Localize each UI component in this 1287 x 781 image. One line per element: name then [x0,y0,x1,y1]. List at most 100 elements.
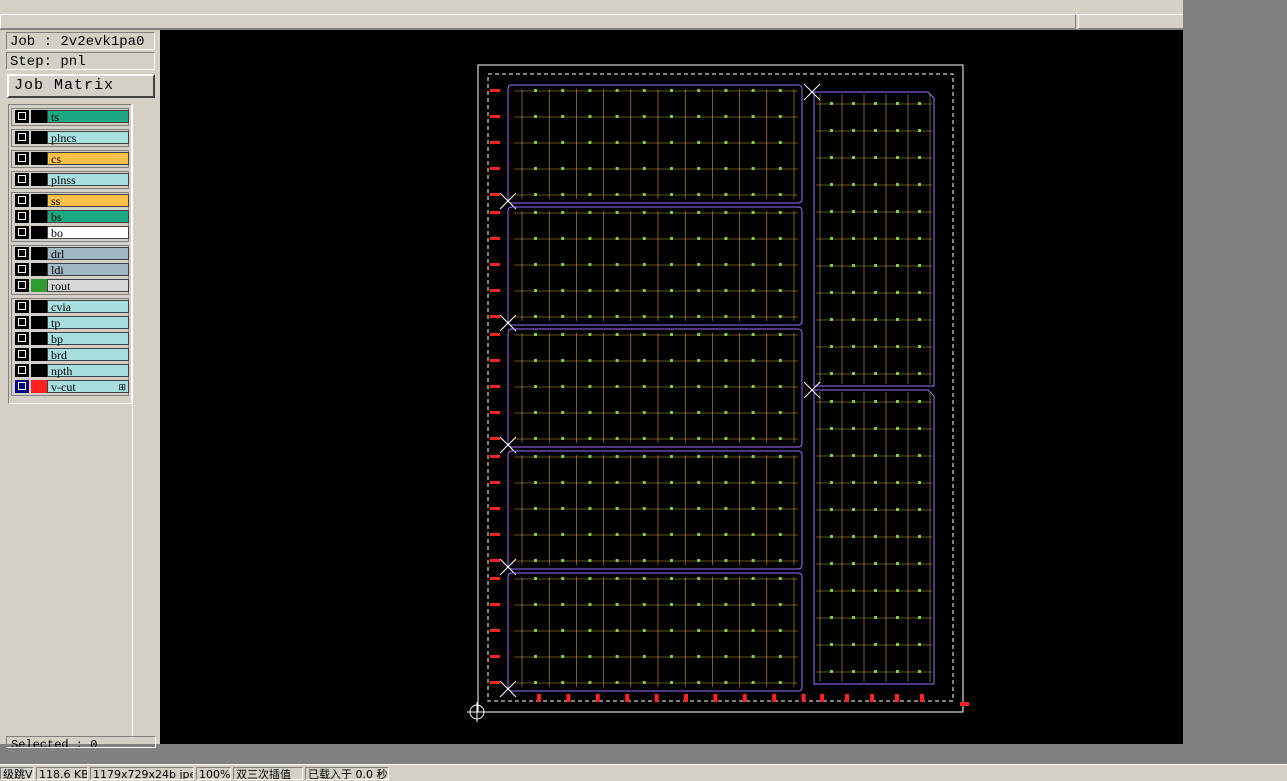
pad [561,629,565,632]
pad [642,263,646,266]
pad [724,411,728,414]
layer-name[interactable]: bo [47,226,129,240]
layer-checkbox[interactable] [15,263,29,276]
fiducial-mark [490,211,500,214]
pad [588,455,592,458]
pad [588,533,592,536]
layer-row-bp[interactable]: bp [13,331,129,346]
layer-group: plnss [11,171,129,189]
pad [588,507,592,510]
pad [615,237,619,240]
layer-name[interactable]: ss [47,194,129,208]
pad [852,264,855,267]
layer-name[interactable]: ts [47,110,129,124]
pad [896,264,899,267]
layer-checkbox[interactable] [15,247,29,260]
layer-name[interactable]: plnss [47,173,129,187]
pad [874,129,877,132]
layer-row-bo[interactable]: bo [13,225,129,240]
pad [724,333,728,336]
pad [778,167,782,170]
layer-row-bs[interactable]: bs [13,209,129,224]
pad [778,333,782,336]
layer-row-v-cut[interactable]: v-cut ⊞ [13,379,129,394]
layer-row-ts[interactable]: ts [13,109,129,124]
layer-checkbox[interactable] [15,300,29,313]
pad [852,183,855,186]
scroll-end-button[interactable] [1078,14,1184,29]
layer-row-npth[interactable]: npth [13,363,129,378]
layer-name[interactable]: cvia [47,300,129,314]
fiducial-mark [490,359,500,362]
layer-name[interactable]: brd [47,348,129,362]
pad [918,400,921,403]
pad [874,643,877,646]
layer-list-scrollbar[interactable] [132,104,157,738]
layer-row-plnss[interactable]: plnss [13,172,129,187]
layer-checkbox[interactable] [15,131,29,144]
pad [751,577,755,580]
pad [670,455,673,458]
layer-row-cvia[interactable]: cvia [13,299,129,314]
layer-checkbox[interactable] [15,380,29,393]
layer-row-drl[interactable]: drl [13,246,129,261]
layer-row-rout[interactable]: rout [13,278,129,293]
layer-name[interactable]: plncs [47,131,129,145]
layer-row-ldi[interactable]: ldi [13,262,129,277]
pad [751,359,755,362]
pad [852,291,855,294]
layer-name[interactable]: v-cut ⊞ [47,380,129,394]
layer-row-ss[interactable]: ss [13,193,129,208]
pad [697,507,701,510]
layer-row-tp[interactable]: tp [13,315,129,330]
pad [670,681,673,684]
layer-checkbox[interactable] [15,279,29,292]
job-matrix-button[interactable]: Job Matrix ... [7,74,155,114]
pad [724,559,728,562]
top-scrollbar[interactable] [0,0,1184,30]
pad [561,237,565,240]
expand-icon[interactable]: ⊞ [118,381,126,394]
layer-row-brd[interactable]: brd [13,347,129,362]
layer-color-swatch [31,247,47,260]
layer-name[interactable]: cs [47,152,129,166]
layer-name[interactable]: ldi [47,263,129,277]
status-load-time: 已载入于 0.0 秒 [305,767,389,780]
layer-name[interactable]: npth [47,364,129,378]
layer-name[interactable]: tp [47,316,129,330]
pad [896,210,899,213]
layer-checkbox[interactable] [15,194,29,207]
layer-row-plncs[interactable]: plncs [13,130,129,145]
pad [561,603,565,606]
layer-checkbox[interactable] [15,364,29,377]
pad [697,681,701,684]
layer-row-cs[interactable]: cs [13,151,129,166]
layer-name[interactable]: bs [47,210,129,224]
pad [670,263,673,266]
layer-checkbox[interactable] [15,210,29,223]
pad [918,183,921,186]
pad [724,629,728,632]
layer-checkbox[interactable] [15,226,29,239]
layer-checkbox[interactable] [15,110,29,123]
layer-checkbox[interactable] [15,332,29,345]
pad [588,559,592,562]
layer-group: ts [11,108,129,126]
graphics-canvas[interactable] [160,30,1183,744]
layer-name[interactable]: rout [47,279,129,293]
pad [534,333,537,336]
layer-checkbox[interactable] [15,348,29,361]
layer-color-swatch [31,279,47,292]
layer-checkbox[interactable] [15,173,29,186]
layer-checkbox[interactable] [15,316,29,329]
layer-name[interactable]: drl [47,247,129,261]
layer-name[interactable]: bp [47,332,129,346]
pad [874,264,877,267]
scroll-thumb[interactable] [0,14,1076,29]
layer-checkbox[interactable] [15,152,29,165]
pad [561,577,565,580]
pad [588,481,592,484]
pad [918,670,921,673]
layer-color-swatch [31,194,47,207]
pad [751,455,755,458]
